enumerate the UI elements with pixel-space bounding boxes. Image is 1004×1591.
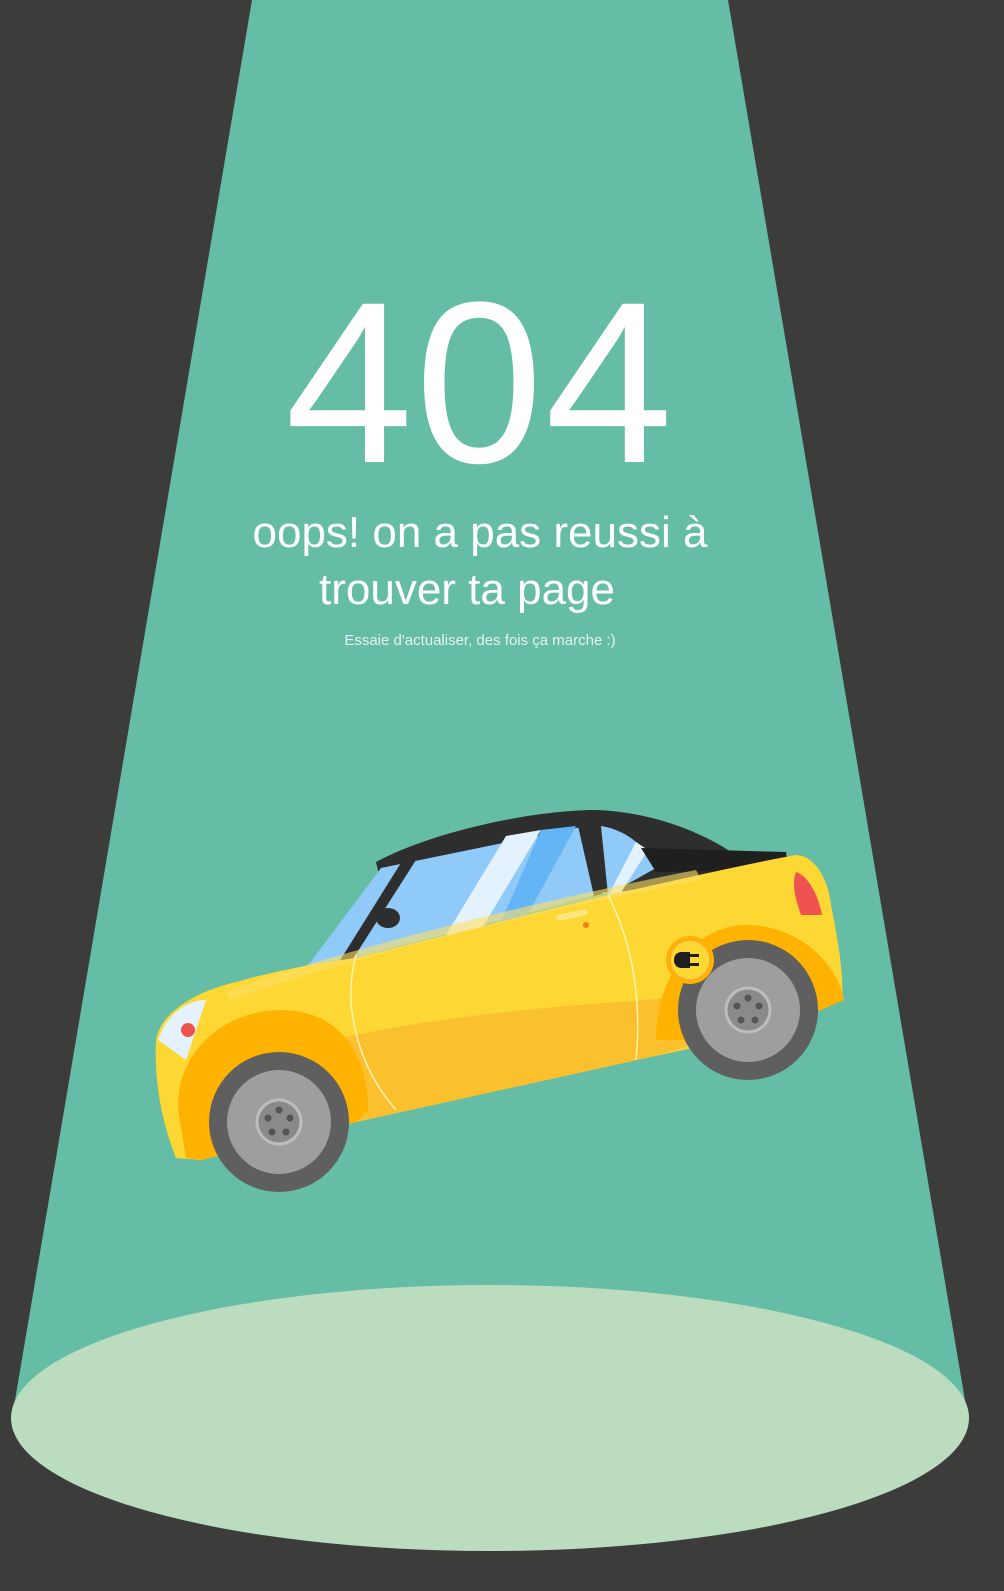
error-headline-line1: oops! on a pas reussi à	[252, 508, 708, 557]
error-code: 404	[285, 254, 675, 511]
error-hint: Essaie d'actualiser, des fois ça marche …	[344, 632, 616, 649]
page-404: 404 oops! on a pas reussi à trouver ta p…	[0, 0, 1004, 1591]
error-headline-line2: trouver ta page	[319, 565, 615, 614]
error-message: 404 oops! on a pas reussi à trouver ta p…	[0, 0, 1004, 700]
front-wheel	[209, 1052, 349, 1192]
floor-spot	[11, 1285, 969, 1551]
plug-icon	[666, 936, 714, 984]
